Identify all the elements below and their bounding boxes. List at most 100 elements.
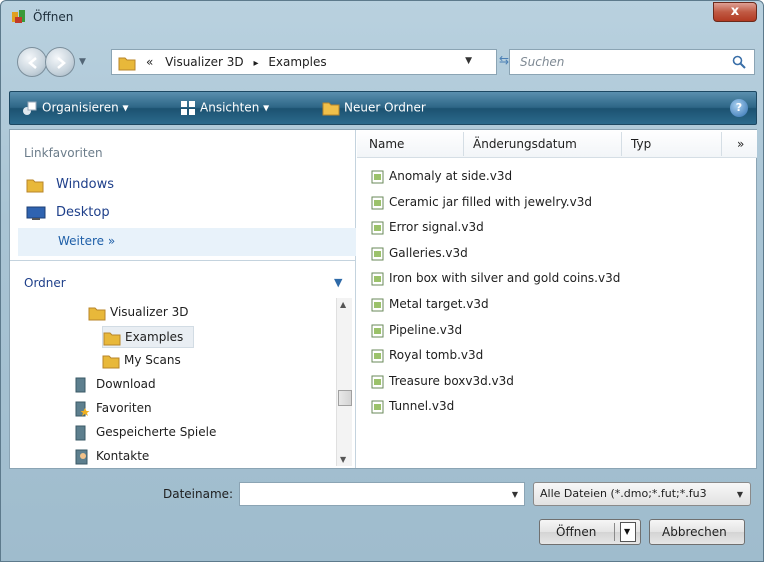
open-dialog-window: Öffnen x ▼ « Visualizer 3D ▸ Examples ▼ … [0,0,764,562]
file-name: Iron box with silver and gold coins.v3d [389,271,621,286]
folder-icon [118,57,136,71]
folder-icon [88,307,106,321]
new-folder-icon [322,102,340,116]
new-folder-label: Neuer Ordner [344,100,426,115]
folder-icon [103,332,121,346]
chevron-down-icon: ▼ [624,527,631,536]
views-button[interactable]: Ansichten ▾ [180,100,269,116]
file-name: Treasure boxv3d.v3d [389,373,514,388]
more-links-label: Weitere » [58,234,116,248]
folder-icon [26,179,44,193]
content-area: Linkfavoriten Windows Desktop Weitere » … [9,129,757,469]
help-icon[interactable]: ? [730,99,748,117]
refresh-icon[interactable]: ⇆ [499,53,509,67]
favorite-link-desktop[interactable]: Desktop [22,202,352,224]
v3d-file-icon [371,349,384,363]
open-label: Öffnen [556,525,597,539]
desktop-icon [26,206,46,220]
favorite-link-windows[interactable]: Windows [22,174,352,196]
new-folder-button[interactable]: Neuer Ordner [322,100,426,116]
v3d-file-icon [371,324,384,338]
pane-divider [10,260,356,261]
file-name: Anomaly at side.v3d [389,169,513,183]
file-name: Error signal.v3d [389,220,484,235]
scroll-thumb[interactable] [338,390,352,406]
v3d-file-icon [371,196,384,210]
filename-input[interactable]: ▼ [239,482,525,506]
command-toolbar: Organisieren ▾ Ansichten ▾ Neuer Ordner … [9,91,757,125]
filename-label: Dateiname: [163,487,234,501]
breadcrumb-examples[interactable]: Examples [268,55,326,69]
tree-item-saved-games[interactable]: Gespeicherte Spiele [74,422,314,444]
chevron-down-icon: ▼ [736,490,743,499]
title-bar: Öffnen x [1,1,763,35]
more-links-button[interactable]: Weitere » [18,228,356,256]
open-button[interactable]: Öffnen ▼ [539,519,641,545]
search-icon[interactable] [732,55,746,69]
tree-item-label: Favoriten [96,401,152,415]
forward-button[interactable] [45,47,75,77]
forward-arrow-icon [57,57,66,69]
scroll-up-icon[interactable]: ▲ [340,300,346,309]
organize-label: Organisieren ▾ [42,100,129,115]
v3d-file-icon [371,247,384,261]
search-placeholder: Suchen [520,55,565,69]
file-name: Galleries.v3d [389,245,468,260]
file-type-select[interactable]: Alle Dateien (*.dmo;*.fut;*.fu3 ▼ [533,482,751,506]
v3d-file-icon [371,400,384,414]
split-divider [614,523,615,541]
file-name: Royal tomb.v3d [389,348,484,363]
v3d-file-icon [371,170,384,184]
file-list-pane: Name Änderungsdatum Typ » Anomaly at sid… [357,130,757,468]
more-columns-icon[interactable]: » [737,137,744,151]
breadcrumb-visualizer3d[interactable]: Visualizer 3D [165,55,243,69]
address-bar[interactable]: « Visualizer 3D ▸ Examples ▼ [111,49,497,75]
tree-item-label: My Scans [124,353,181,367]
folder-icon [102,355,120,369]
file-type-value: Alle Dateien (*.dmo;*.fut;*.fu3 [540,487,707,500]
favorite-label: Windows [56,177,115,192]
breadcrumb-overflow[interactable]: « [146,55,153,69]
column-header-name[interactable]: Name [369,137,404,151]
tree-item-examples[interactable]: Examples [102,326,194,348]
app-icon [12,10,25,23]
dialog-footer: Dateiname: ▼ Alle Dateien (*.dmo;*.fut;*… [1,471,763,561]
search-input[interactable]: Suchen [509,49,755,75]
file-name: Pipeline.v3d [389,322,463,337]
organize-icon [23,101,37,115]
chevron-down-icon[interactable]: ▼ [334,276,342,289]
window-title: Öffnen [33,10,74,24]
file-name: Ceramic jar filled with jewelry.v3d [389,194,592,209]
close-button[interactable]: x [713,2,757,22]
breadcrumb-separator[interactable]: ▸ [253,58,258,69]
tree-item-label: Examples [125,330,184,344]
address-row: ▼ « Visualizer 3D ▸ Examples ▼ ⇆ Suchen [1,41,763,83]
filename-dropdown-icon[interactable]: ▼ [512,490,518,499]
cancel-button[interactable]: Abbrechen [649,519,745,545]
folders-heading[interactable]: Ordner [24,276,66,290]
tree-item-contacts[interactable]: Kontakte [74,446,294,468]
tree-item-my-scans[interactable]: My Scans [102,350,262,372]
column-divider[interactable] [463,132,464,156]
column-divider[interactable] [621,132,622,156]
favorite-label: Desktop [56,205,110,220]
cancel-label: Abbrechen [662,525,727,539]
organize-button[interactable]: Organisieren ▾ [22,100,129,116]
tree-item-label: Gespeicherte Spiele [96,425,217,439]
history-dropdown-icon[interactable]: ▼ [79,57,91,69]
open-options-dropdown[interactable]: ▼ [620,522,636,542]
column-divider[interactable] [721,132,722,156]
scroll-down-icon[interactable]: ▼ [340,455,346,464]
address-path: « Visualizer 3D ▸ Examples [146,55,327,69]
v3d-file-icon [371,221,384,235]
v3d-file-icon [371,375,384,389]
tree-item-favoriten[interactable]: Favoriten [74,398,294,420]
folder-scrollbar[interactable]: ▲ ▼ [336,298,352,466]
tree-item-label: Download [96,377,156,391]
back-button[interactable] [17,47,47,77]
tree-item-download[interactable]: Download [74,374,294,396]
column-header-date[interactable]: Änderungsdatum [473,137,577,151]
tree-item-visualizer3d[interactable]: Visualizer 3D [88,302,288,324]
column-header-type[interactable]: Typ [631,137,651,151]
address-dropdown-icon[interactable]: ▼ [465,56,472,66]
